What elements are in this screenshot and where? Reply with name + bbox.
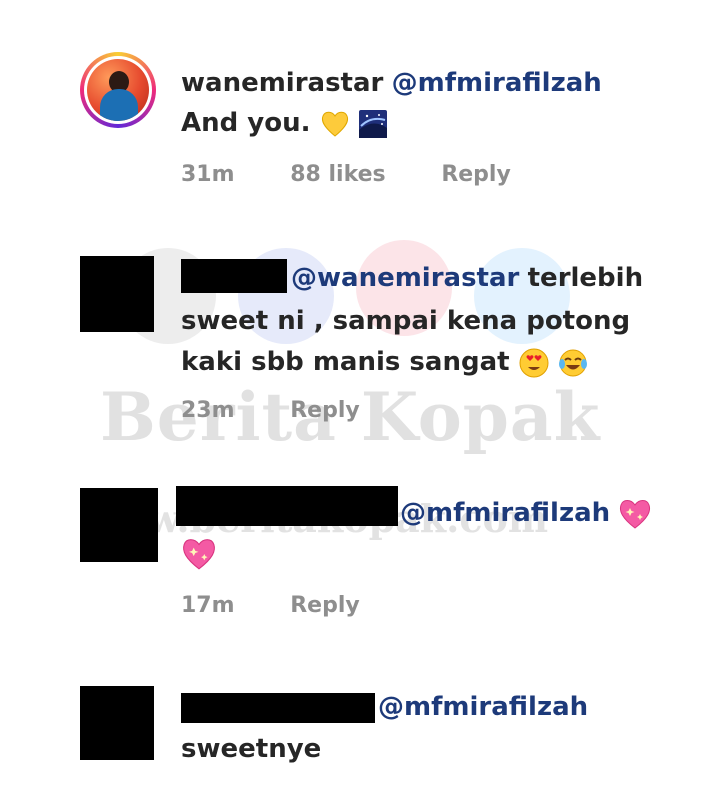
redacted-avatar bbox=[80, 686, 154, 760]
comment-line: @mfmirafilzah bbox=[378, 688, 588, 726]
mention-link[interactable]: @mfmirafilzah bbox=[378, 692, 588, 722]
comment-4: @mfmirafilzah sweetnye bbox=[0, 0, 720, 800]
redacted-username bbox=[181, 693, 375, 723]
comment-text: sweetnye bbox=[181, 734, 322, 764]
